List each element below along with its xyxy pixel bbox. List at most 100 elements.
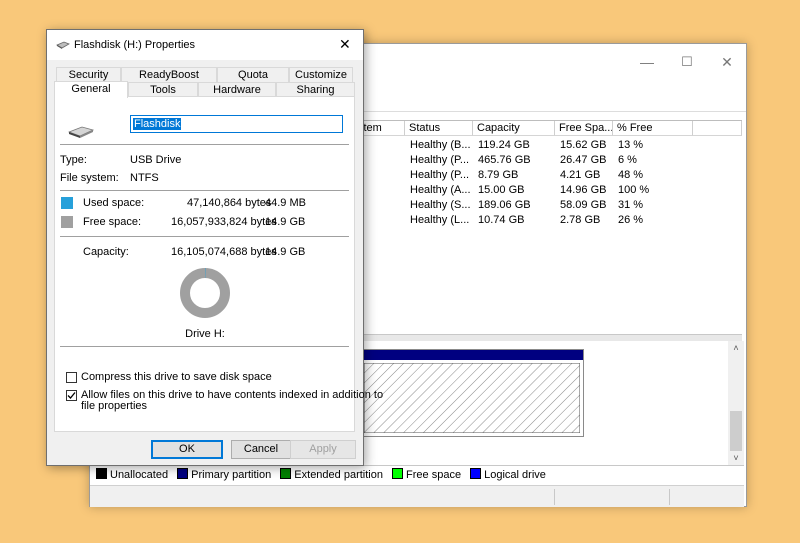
row-pct: 13 %: [618, 139, 644, 151]
used-space-label: Used space:: [83, 197, 145, 209]
maximize-button[interactable]: ☐: [672, 52, 702, 72]
separator: [60, 236, 349, 237]
row-free: 58.09 GB: [560, 199, 607, 211]
legend-item-logical: Logical drive: [464, 468, 546, 481]
usage-donut-chart: [180, 268, 230, 318]
free-space-label: Free space:: [83, 216, 142, 228]
row-capacity: 465.76 GB: [478, 154, 531, 166]
resize-grip-icon: [735, 331, 741, 337]
compress-label[interactable]: Compress this drive to save disk space: [81, 371, 272, 383]
legend-swatch: [96, 468, 107, 479]
table-row[interactable]: Healthy (P... 465.76 GB 26.47 GB 6 %: [410, 153, 740, 168]
cancel-button[interactable]: Cancel: [231, 440, 291, 459]
usb-drive-icon: [56, 41, 70, 49]
scroll-down-icon[interactable]: ˅: [728, 451, 744, 465]
tab-readyboost[interactable]: ReadyBoost: [121, 67, 217, 82]
status-bar: [90, 485, 744, 507]
legend-label: Unallocated: [110, 469, 169, 481]
legend-item-primary: Primary partition: [171, 468, 272, 481]
tab-tools[interactable]: Tools: [128, 82, 198, 97]
apply-button[interactable]: Apply: [290, 440, 356, 459]
used-space-bytes: 47,140,864 bytes: [187, 197, 272, 209]
row-pct: 31 %: [618, 199, 644, 211]
row-capacity: 15.00 GB: [478, 184, 525, 196]
column-header-status[interactable]: Status: [405, 121, 473, 136]
used-space-swatch: [61, 197, 73, 209]
legend-item-unallocated: Unallocated: [90, 468, 169, 481]
compress-checkbox[interactable]: [66, 372, 77, 383]
row-capacity: 8.79 GB: [478, 169, 519, 181]
capacity-size: 14.9 GB: [265, 246, 306, 258]
capacity-bytes: 16,105,074,688 bytes: [171, 246, 277, 258]
row-capacity: 10.74 GB: [478, 214, 525, 226]
filesystem-value: NTFS: [130, 172, 159, 184]
checkmark-icon: [67, 392, 76, 399]
table-row[interactable]: Healthy (S... 189.06 GB 58.09 GB 31 %: [410, 198, 740, 213]
tab-security[interactable]: Security: [56, 67, 121, 82]
drive-name-selected-text: Flashdisk: [133, 118, 182, 130]
row-pct: 6 %: [618, 154, 637, 166]
legend-swatch: [280, 468, 292, 479]
row-free: 15.62 GB: [560, 139, 607, 151]
ok-button[interactable]: OK: [151, 440, 223, 459]
dialog-title: Flashdisk (H:) Properties: [74, 39, 196, 51]
legend-swatch: [177, 468, 189, 479]
tab-quota[interactable]: Quota: [217, 67, 289, 82]
table-row[interactable]: Healthy (L... 10.74 GB 2.78 GB 26 %: [410, 213, 740, 228]
legend-swatch: [470, 468, 482, 479]
table-row[interactable]: Healthy (B... 119.24 GB 15.62 GB 13 %: [410, 138, 740, 153]
row-pct: 48 %: [618, 169, 644, 181]
status-divider: [554, 489, 555, 505]
legend-label: Free space: [406, 469, 462, 481]
row-status: Healthy (S...: [410, 199, 471, 211]
table-row[interactable]: Healthy (P... 8.79 GB 4.21 GB 48 %: [410, 168, 740, 183]
close-button[interactable]: ✕: [712, 52, 742, 72]
separator: [60, 346, 349, 347]
row-status: Healthy (P...: [410, 169, 470, 181]
scroll-up-icon[interactable]: ˄: [728, 341, 744, 355]
graph-scrollbar[interactable]: ˄ ˅: [728, 341, 744, 465]
status-divider: [669, 489, 670, 505]
scroll-thumb[interactable]: [730, 411, 742, 451]
donut-free-ring: [180, 268, 230, 318]
partition-hatch-pattern: [364, 363, 580, 433]
column-header-free-space[interactable]: Free Spa...: [555, 121, 613, 136]
minimize-button[interactable]: —: [632, 52, 662, 72]
capacity-label: Capacity:: [83, 246, 129, 258]
legend-item-free: Free space: [386, 468, 462, 481]
row-free: 2.78 GB: [560, 214, 601, 226]
legend-label: Extended partition: [294, 469, 383, 481]
tab-customize[interactable]: Customize: [289, 67, 353, 82]
legend-bar: Unallocated Primary partition Extended p…: [90, 465, 744, 485]
tab-hardware[interactable]: Hardware: [198, 82, 276, 97]
tab-general[interactable]: General: [54, 81, 128, 98]
drive-name-input[interactable]: Flashdisk: [130, 115, 343, 133]
table-row[interactable]: Healthy (A... 15.00 GB 14.96 GB 100 %: [410, 183, 740, 198]
column-header-blank: [693, 121, 742, 136]
general-tab-panel: Flashdisk Type: USB Drive File system: N…: [54, 96, 383, 432]
column-header-percent-free[interactable]: % Free: [613, 121, 693, 136]
free-space-size: 14.9 GB: [265, 216, 306, 228]
legend-swatch: [392, 468, 404, 479]
type-label: Type:: [60, 154, 87, 166]
row-free: 26.47 GB: [560, 154, 607, 166]
column-header-capacity[interactable]: Capacity: [473, 121, 555, 136]
legend-item-extended: Extended partition: [274, 468, 383, 481]
free-space-bytes: 16,057,933,824 bytes: [171, 216, 277, 228]
legend-label: Primary partition: [191, 469, 272, 481]
legend-label: Logical drive: [484, 469, 546, 481]
index-checkbox[interactable]: [66, 390, 77, 401]
partition-block[interactable]: [360, 349, 584, 437]
used-space-size: 44.9 MB: [265, 197, 306, 209]
tab-sharing[interactable]: Sharing: [276, 82, 355, 97]
properties-dialog: Flashdisk (H:) Properties ✕ Security Rea…: [46, 29, 383, 466]
index-label-line2[interactable]: file properties: [81, 400, 147, 412]
row-capacity: 119.24 GB: [478, 139, 530, 151]
row-status: Healthy (B...: [410, 139, 471, 151]
dialog-close-icon[interactable]: ✕: [339, 36, 351, 53]
volume-rows: Healthy (B... 119.24 GB 15.62 GB 13 %: [410, 138, 740, 153]
row-free: 14.96 GB: [560, 184, 607, 196]
row-capacity: 189.06 GB: [478, 199, 531, 211]
dialog-titlebar[interactable]: Flashdisk (H:) Properties ✕: [47, 30, 363, 60]
free-space-swatch: [61, 216, 73, 228]
